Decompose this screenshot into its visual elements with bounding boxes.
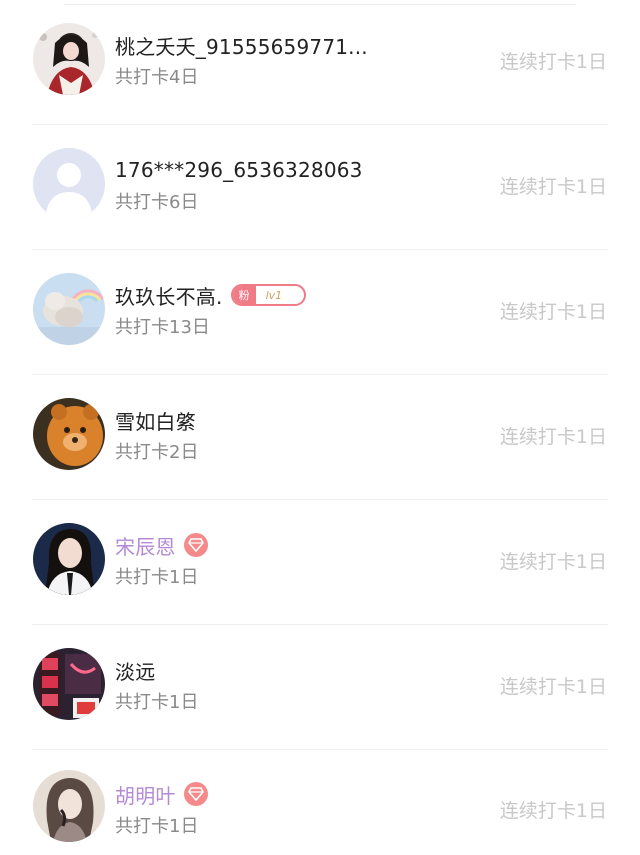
streak-count: 连续打卡1日 <box>499 551 607 573</box>
list-item[interactable]: 176***296_6536328063 共打卡6日 连续打卡1日 <box>0 125 640 250</box>
list-item[interactable]: 玖玖长不高. 粉 lv1 共打卡13日 连续打卡1日 <box>0 250 640 375</box>
user-name[interactable]: 玖玖长不高. <box>115 281 223 310</box>
total-checkins: 共打卡13日 <box>115 317 210 338</box>
user-name[interactable]: 淡远 <box>115 656 155 685</box>
diamond-icon <box>183 533 208 557</box>
streak-count: 连续打卡1日 <box>499 301 607 323</box>
streak-count: 连续打卡1日 <box>499 676 607 698</box>
name-line: 玖玖长不高. 粉 lv1 <box>115 280 307 310</box>
user-name[interactable]: 胡明叶 <box>115 780 176 809</box>
user-name[interactable]: 176***296_6536328063 <box>115 158 363 182</box>
avatar[interactable] <box>33 523 105 595</box>
name-line: 176***296_6536328063 <box>115 155 363 185</box>
fan-badge-level: lv1 <box>265 288 283 302</box>
total-checkins: 共打卡2日 <box>115 442 199 463</box>
name-line: 胡明叶 <box>115 779 208 809</box>
list-item[interactable]: 桃之夭夭_91555659771... 共打卡4日 连续打卡1日 <box>0 0 640 125</box>
avatar[interactable] <box>33 770 105 842</box>
streak-count: 连续打卡1日 <box>499 426 607 448</box>
name-line: 宋辰恩 <box>115 530 208 560</box>
avatar[interactable] <box>33 23 105 95</box>
streak-count: 连续打卡1日 <box>499 800 607 822</box>
user-name[interactable]: 宋辰恩 <box>115 531 176 560</box>
name-line: 淡远 <box>115 655 155 685</box>
avatar[interactable] <box>33 398 105 470</box>
list-item[interactable]: 淡远 共打卡1日 连续打卡1日 <box>0 625 640 750</box>
user-name[interactable]: 雪如白綮 <box>115 406 196 435</box>
list-item[interactable]: 雪如白綮 共打卡2日 连续打卡1日 <box>0 375 640 500</box>
avatar[interactable] <box>33 148 105 220</box>
streak-count: 连续打卡1日 <box>499 176 607 198</box>
streak-count: 连续打卡1日 <box>499 51 607 73</box>
total-checkins: 共打卡4日 <box>115 67 199 88</box>
fan-badge-label: 粉 <box>232 286 256 304</box>
diamond-icon <box>183 782 208 806</box>
name-line: 雪如白綮 <box>115 405 196 435</box>
total-checkins: 共打卡1日 <box>115 567 199 588</box>
list-item[interactable]: 胡明叶 共打卡1日 连续打卡1日 <box>0 750 640 855</box>
name-line: 桃之夭夭_91555659771... <box>115 30 368 60</box>
total-checkins: 共打卡1日 <box>115 692 199 713</box>
fan-badge[interactable]: 粉 lv1 <box>230 284 307 306</box>
list-item[interactable]: 宋辰恩 共打卡1日 连续打卡1日 <box>0 500 640 625</box>
total-checkins: 共打卡6日 <box>115 192 199 213</box>
total-checkins: 共打卡1日 <box>115 816 199 837</box>
user-name[interactable]: 桃之夭夭_91555659771... <box>115 31 368 60</box>
avatar[interactable] <box>33 648 105 720</box>
avatar[interactable] <box>33 273 105 345</box>
checkin-list: 桃之夭夭_91555659771... 共打卡4日 连续打卡1日 176***2… <box>0 0 640 855</box>
